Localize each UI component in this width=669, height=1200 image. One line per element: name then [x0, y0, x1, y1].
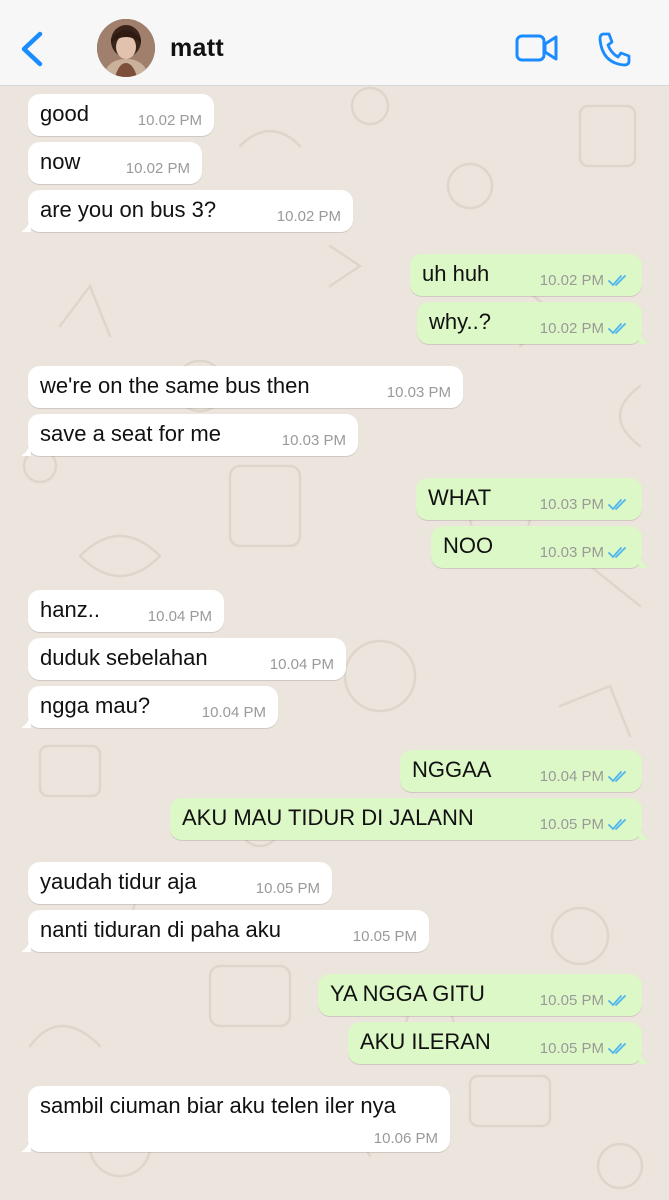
message-time: 10.06 PM [373, 1130, 438, 1147]
message-text: duduk sebelahan [40, 645, 208, 670]
contact-name[interactable]: matt [170, 34, 224, 63]
message-bubble[interactable]: why..? 10.02 PM [417, 302, 649, 344]
message-bubble[interactable]: hanz.. 10.04 PM [28, 590, 224, 632]
bubble-tail [639, 554, 649, 568]
message-bubble[interactable]: AKU ILERAN 10.05 PM [348, 1022, 649, 1064]
bubble-tail [21, 442, 31, 456]
message-time: 10.03 PM [281, 432, 346, 449]
bubble-tail [21, 714, 31, 728]
avatar-photo [97, 19, 155, 77]
message-text: nanti tiduran di paha aku [40, 917, 281, 942]
message-time: 10.03 PM [386, 384, 451, 401]
message-text: NGGAA [412, 757, 492, 782]
message-bubble[interactable]: duduk sebelahan 10.04 PM [28, 638, 346, 680]
message-bubble[interactable]: NGGAA 10.04 PM [400, 750, 642, 792]
message-time: 10.04 PM [147, 608, 212, 625]
bubble-tail [639, 1050, 649, 1064]
message-bubble[interactable]: nanti tiduran di paha aku 10.05 PM [21, 910, 429, 952]
bubble-tail [21, 938, 31, 952]
message-text: good [40, 101, 89, 126]
voice-call-button[interactable] [596, 30, 632, 68]
message-time: 10.05 PM [255, 880, 320, 897]
chat-header: matt [0, 0, 669, 86]
message-time: 10.02 PM [539, 272, 604, 289]
message-text: WHAT [428, 485, 492, 510]
message-text: yaudah tidur aja [40, 869, 197, 894]
message-time: 10.03 PM [539, 496, 604, 513]
video-camera-icon [515, 34, 558, 62]
message-bubble[interactable]: save a seat for me 10.03 PM [21, 414, 358, 456]
message-bubble[interactable]: uh huh 10.02 PM [410, 254, 642, 296]
read-receipt-icon [608, 819, 626, 831]
message-time: 10.05 PM [539, 992, 604, 1009]
read-receipt-icon [608, 771, 626, 783]
message-bubble[interactable]: YA NGGA GITU 10.05 PM [318, 974, 642, 1016]
message-text: why..? [429, 309, 491, 334]
bubble-tail [21, 1138, 31, 1152]
message-time: 10.03 PM [539, 544, 604, 561]
read-receipt-icon [608, 995, 626, 1007]
message-time: 10.04 PM [539, 768, 604, 785]
message-text: hanz.. [40, 597, 100, 622]
message-text: save a seat for me [40, 421, 221, 446]
message-text: now [40, 149, 81, 174]
message-time: 10.04 PM [201, 704, 266, 721]
read-receipt-icon [608, 323, 626, 335]
message-text: AKU ILERAN [360, 1029, 491, 1054]
message-text: are you on bus 3? [40, 197, 217, 222]
message-text: AKU MAU TIDUR DI JALANN [182, 805, 474, 830]
read-receipt-icon [608, 275, 626, 287]
message-time: 10.02 PM [137, 112, 202, 129]
message-text: uh huh [422, 261, 490, 286]
message-bubble[interactable]: WHAT 10.03 PM [416, 478, 642, 520]
message-bubble[interactable]: NOO 10.03 PM [431, 526, 649, 568]
message-text: NOO [443, 533, 494, 558]
message-text: sambil ciuman biar aku telen iler nya [40, 1093, 396, 1118]
message-time: 10.02 PM [125, 160, 190, 177]
message-bubble[interactable]: ngga mau? 10.04 PM [21, 686, 278, 728]
message-bubble[interactable]: yaudah tidur aja 10.05 PM [28, 862, 332, 904]
message-text: we're on the same bus then [40, 373, 310, 398]
message-bubble[interactable]: AKU MAU TIDUR DI JALANN 10.05 PM [170, 798, 649, 840]
message-text: YA NGGA GITU [330, 981, 485, 1006]
chevron-left-icon [21, 31, 43, 67]
avatar[interactable] [97, 19, 155, 77]
message-bubble[interactable]: sambil ciuman biar aku telen iler nya 10… [21, 1086, 450, 1152]
message-time: 10.05 PM [352, 928, 417, 945]
bubble-tail [639, 330, 649, 344]
message-time: 10.02 PM [539, 320, 604, 337]
video-call-button[interactable] [514, 30, 560, 66]
message-bubble[interactable]: now 10.02 PM [28, 142, 202, 184]
message-time: 10.05 PM [539, 816, 604, 833]
message-time: 10.05 PM [539, 1040, 604, 1057]
message-text: ngga mau? [40, 693, 151, 718]
message-bubble[interactable]: are you on bus 3? 10.02 PM [21, 190, 353, 232]
bubble-tail [639, 826, 649, 840]
chat-area[interactable]: good 10.02 PM now 10.02 PM are you on bu… [0, 86, 669, 1200]
read-receipt-icon [608, 1043, 626, 1055]
read-receipt-icon [608, 547, 626, 559]
message-time: 10.02 PM [276, 208, 341, 225]
message-bubble[interactable]: good 10.02 PM [28, 94, 214, 136]
message-time: 10.04 PM [269, 656, 334, 673]
back-button[interactable] [14, 26, 54, 72]
message-bubble[interactable]: we're on the same bus then 10.03 PM [28, 366, 463, 408]
phone-icon [598, 32, 631, 67]
read-receipt-icon [608, 499, 626, 511]
bubble-tail [21, 218, 31, 232]
